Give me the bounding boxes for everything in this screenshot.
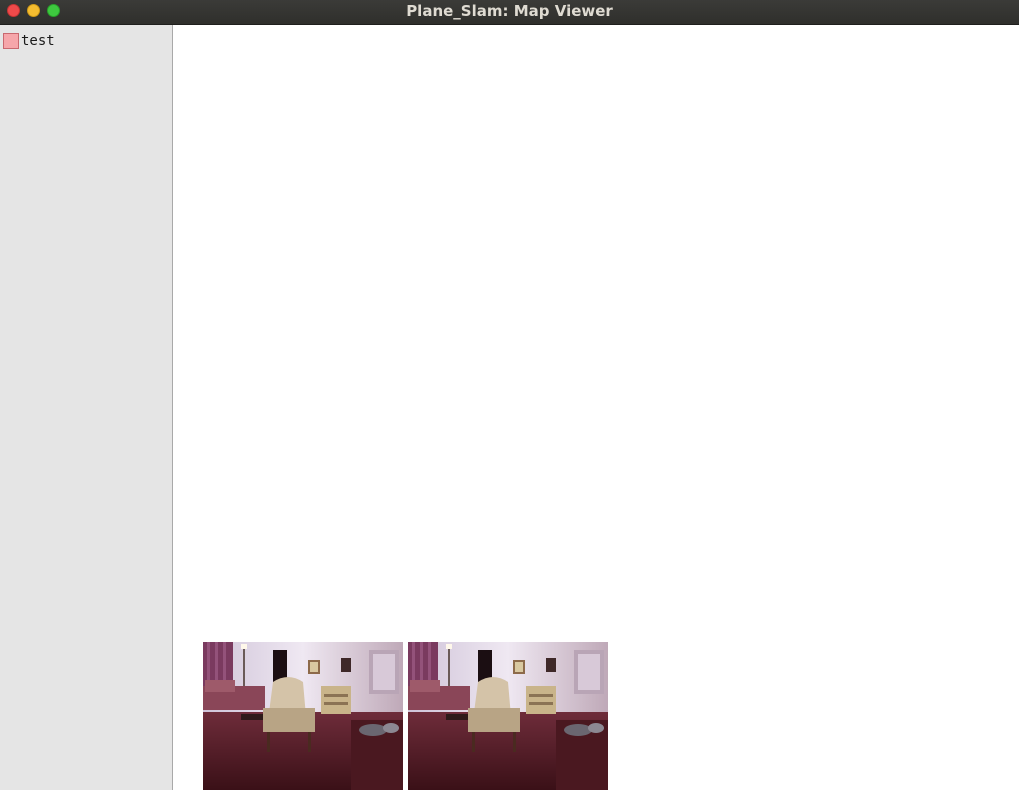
- camera-image-left: [203, 642, 403, 790]
- window-title: Plane_Slam: Map Viewer: [406, 2, 613, 20]
- camera-image-right: [408, 642, 608, 790]
- map-canvas[interactable]: [173, 25, 1019, 790]
- window-titlebar[interactable]: Plane_Slam: Map Viewer: [0, 0, 1019, 25]
- layer-item-test[interactable]: test: [3, 33, 163, 50]
- layer-color-swatch[interactable]: [3, 33, 19, 49]
- layer-label: test: [21, 33, 55, 49]
- layer-sidebar: test: [0, 25, 173, 790]
